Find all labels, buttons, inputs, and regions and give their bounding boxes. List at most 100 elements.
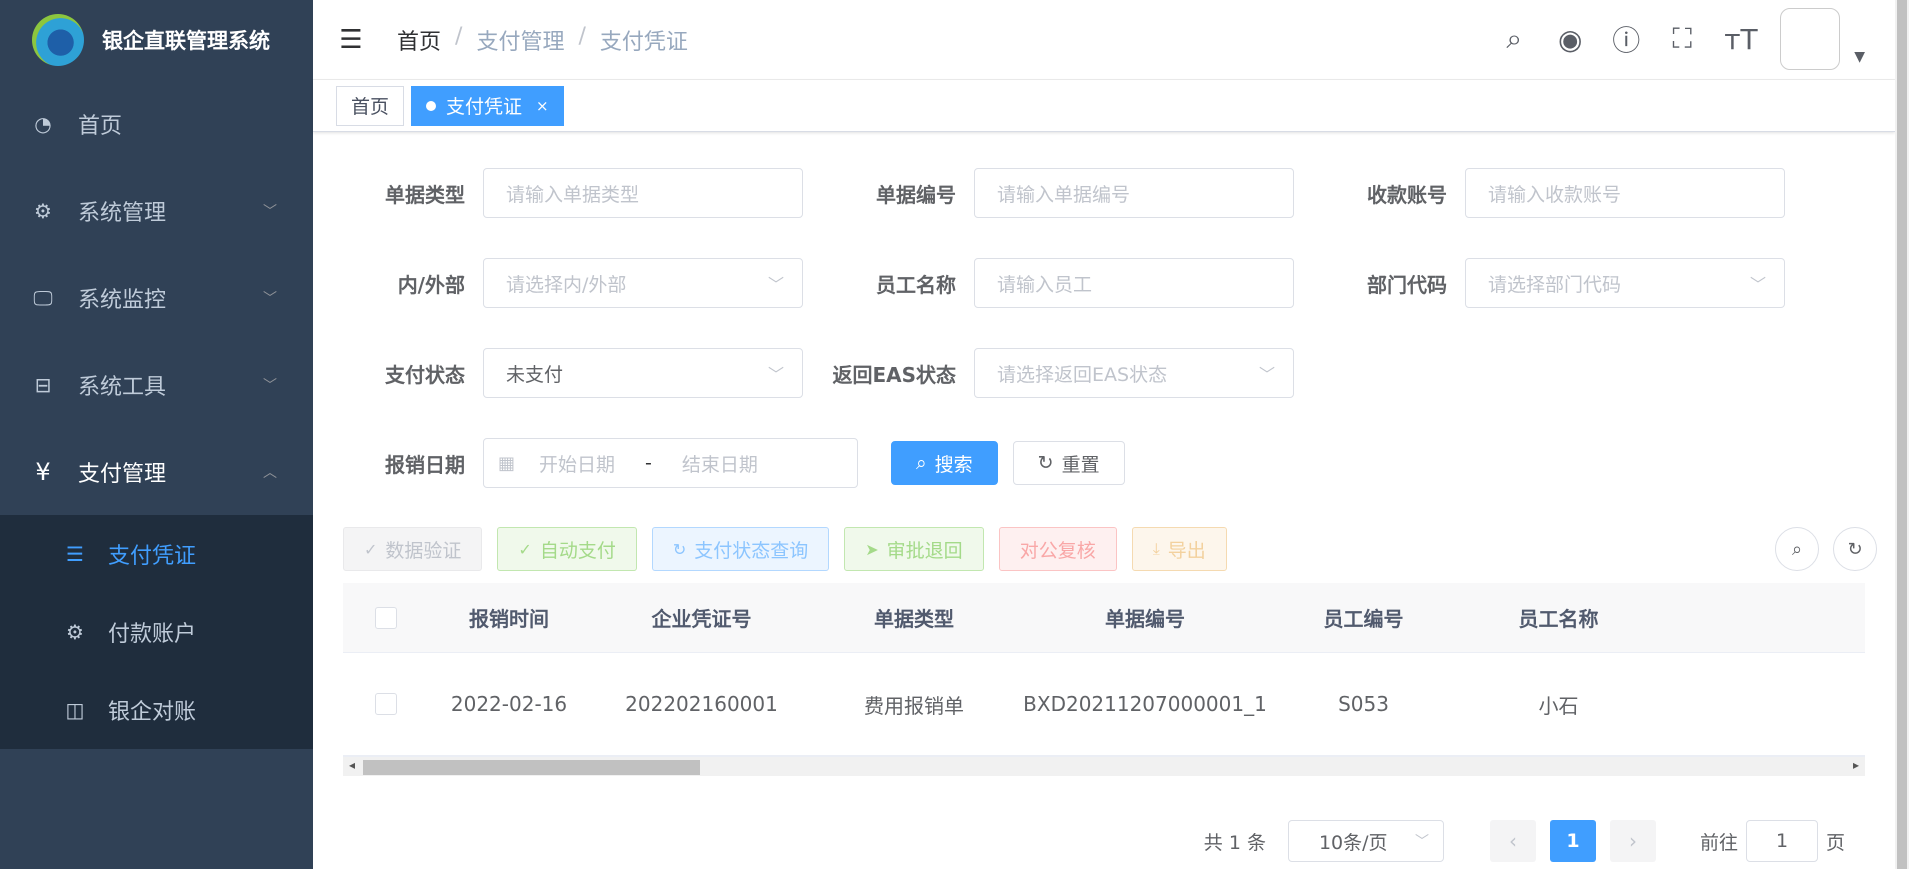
column-header[interactable]: 员工名称 [1451, 603, 1666, 632]
row-checkbox[interactable] [375, 693, 397, 715]
caret-down-icon[interactable]: ▼ [1854, 49, 1865, 65]
fullscreen-icon[interactable]: ⛶ [1668, 22, 1696, 56]
table-cell: 202202160001 [625, 692, 778, 716]
refresh-table-button[interactable]: ↻ [1833, 527, 1877, 571]
github-icon[interactable]: ◉ [1556, 23, 1584, 56]
list-icon: ☰ [66, 542, 84, 566]
vertical-scroll-thumb[interactable] [1897, 0, 1907, 869]
hamburger-icon[interactable]: ☰ [323, 25, 379, 55]
form-item-pay-status: 支付状态 未支付 ﹀ [313, 348, 803, 398]
chevron-up-icon: ︿ [263, 464, 277, 481]
inner-outer-select[interactable]: 请选择内/外部 ﹀ [483, 258, 803, 308]
gear-icon: ⚙ [34, 198, 52, 223]
tag-payment-voucher[interactable]: 支付凭证 × [411, 85, 564, 126]
scroll-thumb[interactable] [363, 760, 700, 775]
column-header[interactable]: 报销时间 [429, 603, 589, 632]
check-icon: ✓ [518, 539, 532, 559]
search-icon[interactable]: ⌕ [1500, 22, 1528, 56]
eas-status-select[interactable]: 请选择返回EAS状态 ﹀ [974, 348, 1294, 398]
export-button[interactable]: ⤓ 导出 [1131, 527, 1227, 571]
corporate-recheck-button[interactable]: 对公复核 [998, 527, 1117, 571]
column-header[interactable]: 单据编号 [1014, 603, 1276, 632]
breadcrumb-separator: / [455, 23, 463, 49]
help-icon[interactable]: ⓘ [1612, 19, 1640, 59]
pay-status-query-button[interactable]: ↻ 支付状态查询 [651, 527, 830, 571]
employee-input[interactable]: 请输入员工 [974, 258, 1294, 308]
sidebar-item-payment-management[interactable]: ¥ 支付管理 ︿ [0, 428, 313, 515]
goto-page-input[interactable]: 1 [1745, 820, 1818, 862]
select-all-checkbox[interactable] [375, 606, 397, 629]
reset-button[interactable]: ↻ 重置 [1012, 441, 1125, 485]
chevron-down-icon: ﹀ [1258, 365, 1275, 384]
form-item-date: 报销日期 ▦ 开始日期 - 结束日期 [313, 438, 858, 488]
breadcrumb-home[interactable]: 首页 [397, 24, 441, 56]
close-icon[interactable]: × [536, 97, 549, 115]
avatar[interactable] [1780, 8, 1841, 70]
breadcrumb-payment-management: 支付管理 [476, 29, 565, 55]
sidebar-item-system-management[interactable]: ⚙ 系统管理 ﹀ [0, 167, 313, 254]
end-date-input[interactable]: 结束日期 [682, 450, 758, 477]
date-label: 报销日期 [385, 452, 465, 477]
scroll-right-icon[interactable]: ▸ [1853, 758, 1859, 772]
tag-home[interactable]: 首页 [336, 85, 405, 126]
logo-icon [32, 14, 84, 66]
table-cell: 费用报销单 [864, 693, 964, 718]
column-header[interactable]: 企业凭证号 [589, 603, 814, 632]
doc-type-input[interactable]: 请输入单据类型 [483, 168, 803, 218]
date-range-picker[interactable]: ▦ 开始日期 - 结束日期 [483, 438, 858, 488]
main-area: ☰ 首页 / 支付管理 / 支付凭证 ⌕ ◉ ⓘ ⛶ ᴛT ▼ 首页 支付凭证 … [313, 0, 1895, 869]
export-label: 导出 [1167, 539, 1206, 562]
toggle-search-button[interactable]: ⌕ [1775, 527, 1819, 571]
recv-account-label: 收款账号 [1367, 182, 1447, 207]
search-icon: ⌕ [916, 452, 927, 474]
data-verify-button[interactable]: ✓ 数据验证 [343, 527, 483, 571]
dashboard-icon: ◔ [34, 111, 52, 136]
form-row: 支付状态 未支付 ﹀ 返回EAS状态 请选择返回EAS状态 ﹀ [313, 348, 1895, 438]
reset-button-label: 重置 [1061, 453, 1100, 476]
column-header[interactable]: 单据类型 [814, 603, 1014, 632]
sidebar-item-home[interactable]: ◔ 首页 [0, 80, 313, 167]
dept-code-label: 部门代码 [1367, 272, 1447, 297]
recv-account-input[interactable]: 请输入收款账号 [1465, 168, 1785, 218]
form-item-dept-code: 部门代码 请选择部门代码 ﹀ [1295, 258, 1785, 308]
date-separator: - [645, 452, 652, 474]
search-button[interactable]: ⌕ 搜索 [891, 441, 998, 485]
logo[interactable]: 银企直联管理系统 [0, 0, 313, 80]
doc-no-label: 单据编号 [876, 182, 956, 207]
chevron-down-icon: ﹀ [1414, 834, 1429, 850]
table-cell: 2022-02-16 [450, 692, 568, 716]
approval-reject-button[interactable]: ➤ 审批退回 [844, 527, 984, 571]
page-size-select[interactable]: 10条/页 ﹀ [1287, 820, 1444, 862]
next-page-button[interactable]: › [1609, 820, 1656, 862]
column-header[interactable]: 员工编号 [1276, 603, 1451, 632]
page-number-current[interactable]: 1 [1549, 820, 1596, 862]
table-row[interactable]: 2022-02-16 202202160001 费用报销单 BXD2021120… [343, 653, 1865, 756]
voucher-table: 报销时间 企业凭证号 单据类型 单据编号 员工编号 员工名称 2022-02-1… [343, 583, 1865, 756]
data-verify-label: 数据验证 [385, 539, 462, 562]
sidebar-item-payment-voucher[interactable]: ☰ 支付凭证 [0, 515, 313, 593]
sidebar-item-system-tools[interactable]: ⊟ 系统工具 ﹀ [0, 341, 313, 428]
dept-code-select[interactable]: 请选择部门代码 ﹀ [1465, 258, 1785, 308]
search-button-label: 搜索 [934, 453, 973, 476]
form-item-recv-account: 收款账号 请输入收款账号 [1295, 168, 1785, 218]
sidebar-item-payment-account[interactable]: ⚙ 付款账户 [0, 593, 313, 671]
row-select-cell [343, 693, 429, 715]
scroll-left-icon[interactable]: ◂ [349, 758, 355, 772]
sidebar-item-bank-reconciliation[interactable]: ◫ 银企对账 [0, 671, 313, 749]
sidebar-item-system-monitor[interactable]: 🖵 系统监控 ﹀ [0, 254, 313, 341]
sidebar: 银企直联管理系统 ◔ 首页 ⚙ 系统管理 ﹀ 🖵 系统监控 ﹀ ⊟ 系统工具 ﹀… [0, 0, 313, 869]
corporate-recheck-label: 对公复核 [1019, 539, 1096, 562]
doc-type-label: 单据类型 [385, 182, 465, 207]
prev-page-button[interactable]: ‹ [1489, 820, 1536, 862]
pay-status-select[interactable]: 未支付 ﹀ [483, 348, 803, 398]
doc-no-input[interactable]: 请输入单据编号 [974, 168, 1294, 218]
vertical-scrollbar[interactable] [1895, 0, 1909, 869]
sidebar-item-label: 系统监控 [78, 287, 167, 313]
start-date-input[interactable]: 开始日期 [539, 450, 615, 477]
auto-pay-button[interactable]: ✓ 自动支付 [497, 527, 637, 571]
horizontal-scrollbar[interactable]: ◂ ▸ [343, 756, 1865, 776]
pay-status-value: 未支付 [506, 363, 564, 386]
chevron-down-icon: ﹀ [1749, 275, 1766, 294]
font-size-icon[interactable]: ᴛT [1724, 23, 1757, 56]
monitor-icon: 🖵 [33, 285, 53, 310]
